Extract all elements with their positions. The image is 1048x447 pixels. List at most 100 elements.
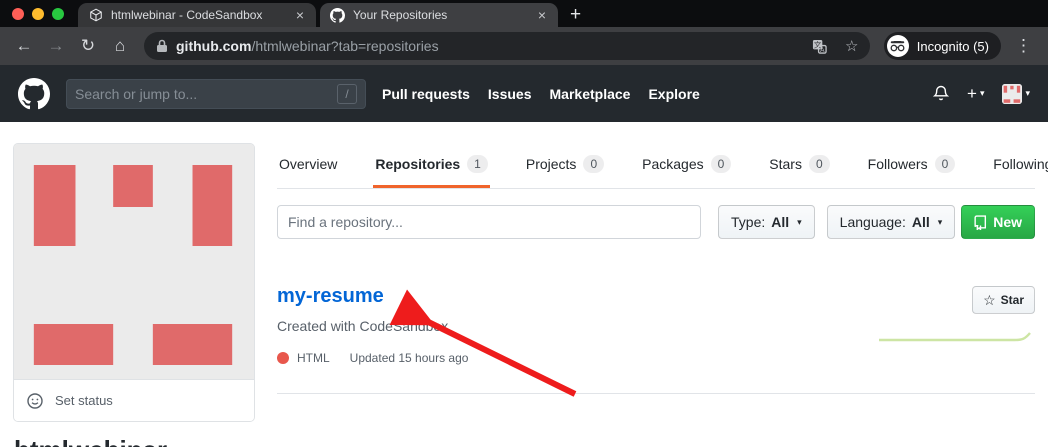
github-nav: Pull requests Issues Marketplace Explore — [382, 86, 700, 102]
repository-meta: HTML Updated 15 hours ago — [277, 351, 1035, 365]
nav-marketplace[interactable]: Marketplace — [550, 86, 631, 102]
profile-main: Overview Repositories 1 Projects 0 Packa… — [277, 122, 1035, 394]
browser-tab-strip: htmlwebinar - CodeSandbox × Your Reposit… — [0, 0, 1048, 27]
repository-list-item: my-resume Created with CodeSandbox HTML … — [277, 285, 1035, 394]
svg-text:A: A — [820, 46, 825, 53]
language-filter-value: All — [912, 214, 930, 230]
window-close-button[interactable] — [12, 8, 24, 20]
repository-updated: Updated 15 hours ago — [350, 351, 469, 365]
window-zoom-button[interactable] — [52, 8, 64, 20]
incognito-badge: Incognito (5) — [884, 32, 1001, 60]
tab-title: Your Repositories — [353, 8, 528, 22]
find-repository-input[interactable] — [277, 205, 701, 239]
caret-down-icon: ▾ — [938, 217, 943, 228]
tab-label: Repositories — [375, 156, 460, 172]
github-header: / Pull requests Issues Marketplace Explo… — [0, 65, 1048, 122]
type-filter-label: Type: — [731, 214, 765, 230]
new-repository-label: New — [993, 214, 1022, 230]
url-text[interactable]: github.com/htmlwebinar?tab=repositories — [176, 38, 800, 54]
profile-sidebar: Set status htmlwebinar — [13, 143, 255, 447]
profile-username: htmlwebinar — [14, 435, 255, 447]
language-filter-button[interactable]: Language: All ▾ — [827, 205, 956, 239]
repository-filter-row: Type: All ▾ Language: All ▾ New — [277, 205, 1035, 239]
tab-followers[interactable]: Followers 0 — [866, 144, 958, 188]
forward-icon[interactable]: → — [42, 32, 70, 60]
new-tab-button[interactable]: + — [558, 3, 593, 27]
github-logo-icon[interactable] — [18, 78, 50, 110]
url-host: github.com — [176, 38, 251, 54]
reload-icon[interactable]: ↻ — [74, 32, 102, 60]
plus-icon: + — [967, 84, 977, 104]
tab-label: Packages — [642, 156, 703, 172]
github-header-right: +▾ ▾ — [933, 84, 1030, 104]
tab-close-icon[interactable]: × — [536, 8, 548, 22]
count-badge: 1 — [467, 155, 488, 173]
incognito-icon — [887, 35, 909, 57]
profile-tab-nav: Overview Repositories 1 Projects 0 Packa… — [277, 144, 1035, 189]
avatar — [1002, 84, 1022, 104]
star-icon: ☆ — [983, 292, 996, 309]
nav-pull-requests[interactable]: Pull requests — [382, 86, 470, 102]
language-dot-icon — [277, 352, 289, 364]
tab-stars[interactable]: Stars 0 — [767, 144, 831, 188]
user-avatar-dropdown[interactable]: ▾ — [1002, 84, 1030, 104]
language-filter-label: Language: — [840, 214, 906, 230]
tab-codesandbox[interactable]: htmlwebinar - CodeSandbox × — [78, 3, 316, 27]
home-icon[interactable]: ⌂ — [106, 32, 134, 60]
incognito-label: Incognito (5) — [917, 39, 989, 54]
tab-label: Stars — [769, 156, 802, 172]
browser-menu-icon[interactable]: ⋮ — [1009, 36, 1038, 56]
star-button[interactable]: ☆ Star — [972, 286, 1035, 314]
codesandbox-icon — [88, 8, 103, 23]
caret-down-icon: ▾ — [797, 217, 802, 228]
url-path: /htmlwebinar?tab=repositories — [251, 38, 438, 54]
tab-label: Followers — [868, 156, 928, 172]
repo-icon — [974, 215, 987, 230]
nav-issues[interactable]: Issues — [488, 86, 532, 102]
tab-projects[interactable]: Projects 0 — [524, 144, 606, 188]
tab-following[interactable]: Following 0 — [991, 144, 1048, 188]
count-badge: 0 — [809, 155, 830, 173]
window-minimize-button[interactable] — [32, 8, 44, 20]
tab-label: Overview — [279, 156, 337, 172]
lock-icon — [156, 39, 168, 53]
repository-language: HTML — [297, 351, 330, 365]
github-favicon-icon — [330, 8, 345, 23]
profile-avatar-identicon[interactable] — [14, 144, 254, 379]
caret-down-icon: ▾ — [980, 88, 985, 99]
caret-down-icon: ▾ — [1025, 88, 1030, 99]
tab-packages[interactable]: Packages 0 — [640, 144, 733, 188]
set-status-button[interactable]: Set status — [14, 379, 254, 421]
github-search-box[interactable]: / — [66, 79, 366, 109]
address-bar[interactable]: github.com/htmlwebinar?tab=repositories … — [144, 32, 870, 60]
set-status-label: Set status — [55, 393, 113, 408]
repository-activity-sparkline — [879, 329, 1035, 343]
tab-close-icon[interactable]: × — [294, 8, 306, 22]
back-icon[interactable]: ← — [10, 32, 38, 60]
nav-explore[interactable]: Explore — [648, 86, 699, 102]
create-new-dropdown[interactable]: +▾ — [967, 84, 984, 104]
tab-your-repositories[interactable]: Your Repositories × — [320, 3, 558, 27]
github-profile-page: Set status htmlwebinar Overview Reposito… — [0, 122, 1048, 447]
new-repository-button[interactable]: New — [961, 205, 1035, 239]
smiley-icon — [27, 393, 43, 409]
browser-toolbar: ← → ↻ ⌂ github.com/htmlwebinar?tab=repos… — [0, 27, 1048, 65]
window-controls — [0, 0, 78, 27]
tab-label: Projects — [526, 156, 577, 172]
tab-label: Following — [993, 156, 1048, 172]
bookmark-star-icon[interactable]: ☆ — [840, 34, 864, 58]
count-badge: 0 — [583, 155, 604, 173]
type-filter-button[interactable]: Type: All ▾ — [718, 205, 815, 239]
repository-link[interactable]: my-resume — [277, 285, 384, 308]
tab-overview[interactable]: Overview — [277, 144, 339, 188]
github-search-input[interactable] — [75, 86, 337, 102]
tab-title: htmlwebinar - CodeSandbox — [111, 8, 286, 22]
notifications-bell-icon[interactable] — [933, 85, 949, 102]
count-badge: 0 — [935, 155, 956, 173]
tab-repositories[interactable]: Repositories 1 — [373, 144, 490, 188]
translate-icon[interactable]: 文A — [808, 34, 832, 58]
count-badge: 0 — [711, 155, 732, 173]
type-filter-value: All — [771, 214, 789, 230]
star-label: Star — [1001, 293, 1024, 307]
search-shortcut-badge: / — [337, 84, 357, 104]
